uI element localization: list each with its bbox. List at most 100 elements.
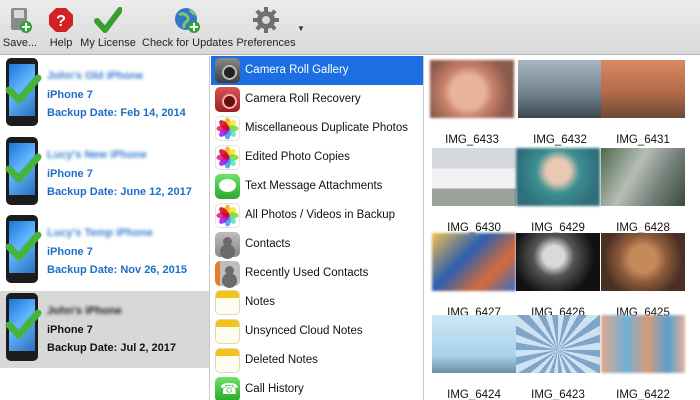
category-camera-roll-gallery[interactable]: Camera Roll Gallery [211, 56, 423, 85]
device-name: Lucy's New iPhone [47, 149, 147, 161]
photo-caption: IMG_6433 [445, 134, 499, 146]
camera-red-icon [215, 87, 240, 112]
category-label: Edited Photo Copies [245, 151, 350, 163]
category-label: Unsynced Cloud Notes [245, 325, 363, 337]
help-button[interactable]: ? Help [44, 4, 78, 52]
photos-icon [215, 203, 240, 228]
recent-contacts-icon [215, 261, 240, 286]
category-label: All Photos / Videos in Backup [245, 209, 396, 221]
photo-thumbnail[interactable]: IMG_6422 [601, 315, 685, 400]
iphone-icon [5, 58, 42, 126]
photo-image [432, 233, 516, 291]
category-label: Text Message Attachments [245, 180, 383, 192]
device-backup-date: Backup Date: June 12, 2017 [47, 186, 192, 198]
photo-thumbnail[interactable]: IMG_6424 [432, 315, 516, 400]
photo-thumbnail[interactable]: IMG_6423 [516, 315, 600, 400]
photo-caption: IMG_6422 [616, 389, 670, 400]
checkmark-icon [5, 231, 42, 261]
iphone-icon [5, 215, 42, 283]
iphone-icon [5, 293, 42, 361]
photo-caption: IMG_6432 [533, 134, 587, 146]
category-notes[interactable]: Notes [211, 288, 423, 317]
preferences-button[interactable]: Preferences [236, 4, 296, 52]
help-icon: ? [49, 8, 73, 32]
photo-thumbnail[interactable]: IMG_6430 [432, 148, 516, 234]
save-icon [11, 8, 32, 33]
category-text-message-attachments[interactable]: Text Message Attachments [211, 172, 423, 201]
category-call-history[interactable]: Call History [211, 375, 423, 400]
messages-icon [215, 174, 240, 199]
contacts-icon [215, 232, 240, 257]
category-recently-used-contacts[interactable]: Recently Used Contacts [211, 259, 423, 288]
photo-thumbnail[interactable]: IMG_6425 [601, 233, 685, 319]
photo-thumbnail[interactable]: IMG_6429 [516, 148, 600, 234]
checkmark-icon [5, 153, 42, 183]
my-license-label: My License [80, 37, 136, 49]
iphone-icon [5, 137, 42, 205]
photo-thumbnail[interactable]: IMG_6427 [432, 233, 516, 319]
notes-icon [215, 319, 240, 344]
photo-thumbnail[interactable]: IMG_6431 [601, 60, 685, 146]
check-for-updates-label: Check for Updates [142, 37, 234, 49]
category-deleted-notes[interactable]: Deleted Notes [211, 346, 423, 375]
photos-icon [215, 116, 240, 141]
save-button[interactable]: Save... [2, 4, 38, 52]
photo-thumbnail[interactable]: IMG_6432 [518, 60, 602, 146]
device-name: John's iPhone [47, 305, 122, 317]
device-model: iPhone 7 [47, 168, 93, 180]
notes-icon [215, 348, 240, 373]
category-label: Camera Roll Gallery [245, 64, 349, 76]
photo-image [601, 233, 685, 291]
photo-image [432, 315, 516, 373]
device-model: iPhone 7 [47, 324, 93, 336]
toolbar: Save... ? Help My License Check for Upda… [0, 0, 700, 55]
photo-thumbnail[interactable]: IMG_6433 [430, 60, 514, 146]
camera-icon [215, 58, 240, 83]
preferences-dropdown-icon[interactable]: ▼ [297, 24, 305, 33]
category-unsynced-cloud-notes[interactable]: Unsynced Cloud Notes [211, 317, 423, 346]
photo-image [601, 148, 685, 206]
photo-image [601, 315, 685, 373]
save-label: Save... [2, 37, 38, 49]
category-camera-roll-recovery[interactable]: Camera Roll Recovery [211, 85, 423, 114]
notes-icon [215, 290, 240, 315]
svg-text:?: ? [56, 13, 66, 30]
check-for-updates-button[interactable]: Check for Updates [142, 4, 234, 52]
globe-update-icon [175, 8, 200, 33]
device-item[interactable]: Lucy's Temp iPhone iPhone 7 Backup Date:… [0, 213, 209, 290]
photo-thumbnail[interactable]: IMG_6426 [516, 233, 600, 319]
my-license-button[interactable]: My License [80, 4, 136, 52]
category-label: Notes [245, 296, 276, 308]
device-list: John's Old iPhone iPhone 7 Backup Date: … [0, 56, 210, 400]
checkmark-icon [94, 7, 122, 33]
category-contacts[interactable]: Contacts [211, 230, 423, 259]
device-item[interactable]: Lucy's New iPhone iPhone 7 Backup Date: … [0, 135, 209, 212]
device-item[interactable]: John's Old iPhone iPhone 7 Backup Date: … [0, 56, 209, 133]
category-label: Deleted Notes [245, 354, 318, 366]
checkmark-icon [5, 309, 42, 339]
category-label: Call History [245, 383, 304, 395]
photo-caption: IMG_6431 [616, 134, 670, 146]
category-label: Contacts [245, 238, 291, 250]
device-backup-date: Backup Date: Nov 26, 2015 [47, 264, 188, 276]
category-list: Camera Roll Gallery Camera Roll Recovery… [211, 56, 424, 400]
checkmark-icon [5, 74, 42, 104]
device-model: iPhone 7 [47, 246, 93, 258]
photo-caption: IMG_6424 [447, 389, 501, 400]
category-label: Recently Used Contacts [245, 267, 369, 279]
photo-caption: IMG_6423 [531, 389, 585, 400]
category-edited-photo-copies[interactable]: Edited Photo Copies [211, 143, 423, 172]
device-name: John's Old iPhone [47, 70, 144, 82]
device-model: iPhone 7 [47, 89, 93, 101]
gear-icon [253, 7, 279, 33]
device-item-selected[interactable]: John's iPhone iPhone 7 Backup Date: Jul … [0, 291, 209, 368]
photo-image [516, 233, 600, 291]
photo-image [518, 60, 602, 118]
category-all-photos-videos[interactable]: All Photos / Videos in Backup [211, 201, 423, 230]
photo-thumbnail[interactable]: IMG_6428 [601, 148, 685, 234]
category-misc-duplicate-photos[interactable]: Miscellaneous Duplicate Photos [211, 114, 423, 143]
photo-image [432, 148, 516, 206]
device-backup-date: Backup Date: Feb 14, 2014 [47, 107, 186, 119]
device-name: Lucy's Temp iPhone [47, 227, 153, 239]
photo-image [516, 315, 600, 373]
